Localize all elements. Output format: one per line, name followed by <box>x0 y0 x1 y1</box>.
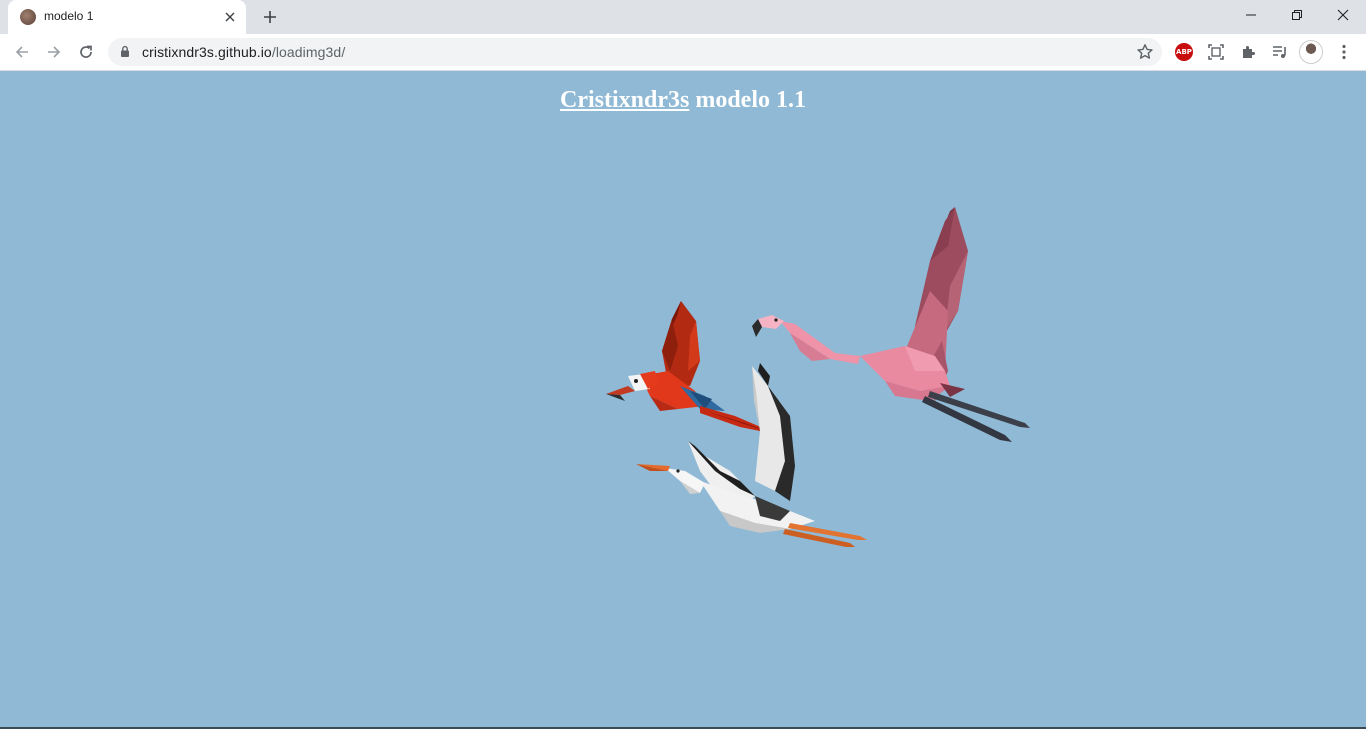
close-window-button[interactable] <box>1320 0 1366 30</box>
media-queue-icon <box>1273 46 1286 58</box>
browser-toolbar: cristixndr3s.github.io/loadimg3d/ ABP <box>0 34 1366 71</box>
favicon-icon <box>20 9 36 25</box>
screen-capture-button[interactable] <box>1204 40 1228 64</box>
new-tab-button[interactable] <box>258 6 282 28</box>
abp-icon: ABP <box>1175 43 1193 61</box>
kebab-menu-icon <box>1342 44 1346 60</box>
tab-strip: modelo 1 <box>0 0 1366 34</box>
puzzle-icon <box>1243 46 1255 58</box>
media-control-button[interactable] <box>1268 40 1292 64</box>
reload-button[interactable] <box>72 38 100 66</box>
capture-frame-icon <box>1208 44 1224 60</box>
minimize-button[interactable] <box>1228 0 1274 30</box>
browser-menu-button[interactable] <box>1332 40 1356 64</box>
tab-active[interactable]: modelo 1 <box>8 0 246 34</box>
url-path: /loadimg3d/ <box>271 44 346 60</box>
3d-scene-canvas[interactable] <box>0 71 1366 729</box>
flamingo-model <box>752 207 1030 442</box>
url-text[interactable]: cristixndr3s.github.io/loadimg3d/ <box>142 44 345 60</box>
extensions-button[interactable] <box>1236 40 1260 64</box>
tab-close-icon[interactable] <box>220 7 240 27</box>
address-bar[interactable]: cristixndr3s.github.io/loadimg3d/ <box>108 38 1162 66</box>
restore-button[interactable] <box>1274 0 1320 30</box>
forward-button[interactable] <box>40 38 68 66</box>
profile-button[interactable] <box>1299 40 1323 64</box>
back-button[interactable] <box>8 38 36 66</box>
lock-icon[interactable] <box>120 45 130 58</box>
star-icon[interactable] <box>1136 43 1154 61</box>
arrow-right-icon <box>48 46 61 58</box>
parrot-model <box>606 301 775 434</box>
arrow-left-icon <box>15 46 28 58</box>
url-host: cristixndr3s.github.io <box>142 44 272 60</box>
avatar <box>1299 40 1323 64</box>
tab-title: modelo 1 <box>44 9 94 23</box>
reload-icon <box>80 45 92 58</box>
adblock-extension-button[interactable]: ABP <box>1172 40 1196 64</box>
page-viewport: Cristixndr3s modelo 1.1 <box>0 71 1366 729</box>
